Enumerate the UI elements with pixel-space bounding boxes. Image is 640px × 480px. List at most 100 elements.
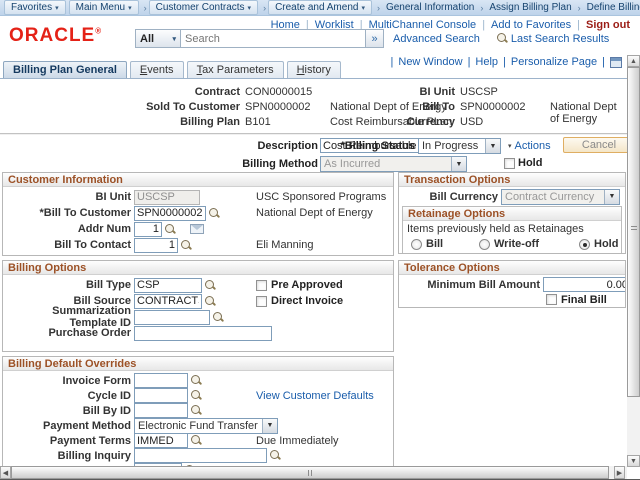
- bill-by-id-input[interactable]: [134, 403, 188, 418]
- breadcrumb-main-menu[interactable]: Main Menu ▾: [69, 0, 139, 15]
- lookup-icon[interactable]: [204, 295, 216, 308]
- breadcrumb-define-billing-plan: Define Billing Plan: [583, 2, 640, 13]
- lookup-icon[interactable]: [269, 449, 281, 462]
- bill-type-input[interactable]: [134, 278, 202, 293]
- personalize-page-link[interactable]: Personalize Page: [511, 56, 597, 68]
- advanced-search-link[interactable]: Advanced Search: [393, 33, 480, 45]
- bill-to-contact-input[interactable]: [134, 238, 178, 253]
- preview-summarization-template-link[interactable]: Preview Summarization Template: [227, 351, 390, 352]
- bill-by-id-label: Bill By ID: [5, 405, 134, 417]
- minimum-bill-amount-input[interactable]: [543, 277, 626, 292]
- payment-method-label: Payment Method: [5, 420, 134, 432]
- hold-checkbox[interactable]: [504, 158, 515, 169]
- addr-num-label: Addr Num: [5, 223, 134, 235]
- lookup-icon[interactable]: [190, 404, 202, 417]
- chevron-down-icon: ▾: [172, 35, 176, 43]
- section-title: Tolerance Options: [399, 261, 625, 275]
- hold-radio[interactable]: [579, 239, 590, 250]
- scroll-left-arrow[interactable]: ◀: [0, 466, 11, 479]
- view-customer-defaults-link[interactable]: View Customer Defaults: [256, 390, 374, 402]
- contract-value: CON0000015: [245, 86, 312, 98]
- addr-num-input[interactable]: [134, 222, 162, 237]
- breadcrumb-general-information[interactable]: General Information: [382, 2, 478, 13]
- lookup-icon[interactable]: [190, 374, 202, 387]
- lookup-icon[interactable]: [164, 223, 176, 236]
- lookup-icon[interactable]: [190, 434, 202, 447]
- section-title: Retainage Options: [403, 207, 621, 221]
- final-bill-label: Final Bill: [561, 294, 607, 306]
- breadcrumb-customer-contracts[interactable]: Customer Contracts ▾: [149, 0, 258, 15]
- lookup-icon[interactable]: [190, 389, 202, 402]
- internal-notes-link[interactable]: Internal Notes: [133, 351, 201, 352]
- breadcrumb-separator-icon: ›: [576, 3, 583, 13]
- pre-approved-checkbox[interactable]: [256, 280, 267, 291]
- scroll-up-arrow[interactable]: ▲: [627, 55, 640, 67]
- bi-unit-label: BI Unit: [5, 191, 134, 203]
- tolerance-options-section: Tolerance Options Minimum Bill Amount Fi…: [398, 260, 626, 308]
- lookup-icon[interactable]: [180, 239, 192, 252]
- actions-link[interactable]: Actions: [515, 140, 551, 152]
- lookup-icon[interactable]: [212, 311, 224, 324]
- cancel-button[interactable]: Cancel: [563, 137, 635, 153]
- billing-header-note-link[interactable]: Billing Header Note: [7, 351, 102, 352]
- summarization-template-input[interactable]: [134, 310, 210, 325]
- help-link[interactable]: Help: [475, 56, 498, 68]
- search-scope-select[interactable]: All ▾: [135, 29, 181, 48]
- scroll-right-arrow[interactable]: ▶: [614, 466, 625, 479]
- breadcrumb-create-and-amend[interactable]: Create and Amend ▾: [268, 0, 372, 15]
- vertical-scroll-thumb[interactable]: [627, 67, 640, 397]
- bi-unit-field: BI Unit USC Sponsored Programs: [3, 189, 393, 205]
- cycle-id-input[interactable]: [134, 388, 188, 403]
- bill-source-input[interactable]: [134, 294, 202, 309]
- dropdown-arrow-icon[interactable]: ▼: [262, 419, 277, 433]
- billing-method-select: As Incurred ▼: [320, 156, 467, 172]
- tab-billing-plan-general[interactable]: Billing Plan General: [3, 61, 127, 78]
- billing-method-label: Billing Method: [200, 158, 318, 170]
- address-envelope-icon[interactable]: [190, 224, 204, 234]
- direct-invoice-checkbox[interactable]: [256, 296, 267, 307]
- scroll-down-arrow[interactable]: ▼: [627, 455, 640, 467]
- dropdown-arrow-icon[interactable]: ▼: [485, 139, 500, 153]
- tab-strip-divider: [0, 78, 627, 79]
- breadcrumb-assign-billing-plan[interactable]: Assign Billing Plan: [485, 2, 575, 13]
- actions-menu[interactable]: ▾ Actions: [508, 140, 551, 152]
- pre-approved-field: Pre Approved: [256, 279, 343, 291]
- search-input[interactable]: [181, 29, 366, 48]
- cycle-id-label: Cycle ID: [5, 390, 134, 402]
- description-label: Description: [200, 140, 318, 152]
- tab-history[interactable]: History: [287, 61, 341, 78]
- payment-terms-field: Payment Terms Due Immediately: [3, 433, 393, 448]
- breadcrumb-favorites[interactable]: Favorites ▾: [4, 0, 66, 15]
- bill-radio[interactable]: [411, 239, 422, 250]
- payment-terms-input[interactable]: [134, 433, 188, 448]
- tab-tax-parameters[interactable]: Tax Parameters: [187, 61, 284, 78]
- bill-to-customer-input[interactable]: [134, 206, 206, 221]
- chevron-down-icon: ▾: [248, 4, 252, 12]
- billing-inquiry-field: Billing Inquiry: [3, 448, 393, 463]
- payment-method-select[interactable]: Electronic Fund Transfer ▼: [134, 418, 278, 434]
- purchase-order-input[interactable]: [134, 326, 272, 341]
- invoice-form-input[interactable]: [134, 373, 188, 388]
- final-bill-checkbox[interactable]: [546, 294, 557, 305]
- personalize-grid-icon[interactable]: [610, 57, 622, 68]
- pre-approved-label: Pre Approved: [271, 279, 343, 291]
- lookup-icon[interactable]: [204, 279, 216, 292]
- purchase-order-field: Purchase Order: [3, 325, 393, 341]
- bi-unit-label: BI Unit: [398, 86, 455, 98]
- vertical-scrollbar[interactable]: ▲ ▼: [627, 55, 640, 467]
- billing-inquiry-input[interactable]: [134, 448, 267, 463]
- horizontal-scroll-thumb[interactable]: [11, 466, 609, 479]
- bi-unit-desc: USC Sponsored Programs: [256, 191, 386, 203]
- new-window-link[interactable]: New Window: [398, 56, 462, 68]
- divider: [0, 133, 627, 135]
- last-search-results-link[interactable]: Last Search Results: [511, 33, 609, 45]
- billing-status-select[interactable]: In Progress ▼: [418, 138, 501, 154]
- write-off-radio[interactable]: [479, 239, 490, 250]
- horizontal-scrollbar[interactable]: ◀ ▶: [0, 466, 627, 479]
- tab-events[interactable]: Events: [130, 61, 184, 78]
- payment-terms-label: Payment Terms: [5, 435, 134, 447]
- search-go-button[interactable]: »: [366, 29, 384, 48]
- registered-mark: ®: [95, 27, 102, 36]
- section-title: Transaction Options: [399, 173, 625, 187]
- lookup-icon[interactable]: [208, 207, 220, 220]
